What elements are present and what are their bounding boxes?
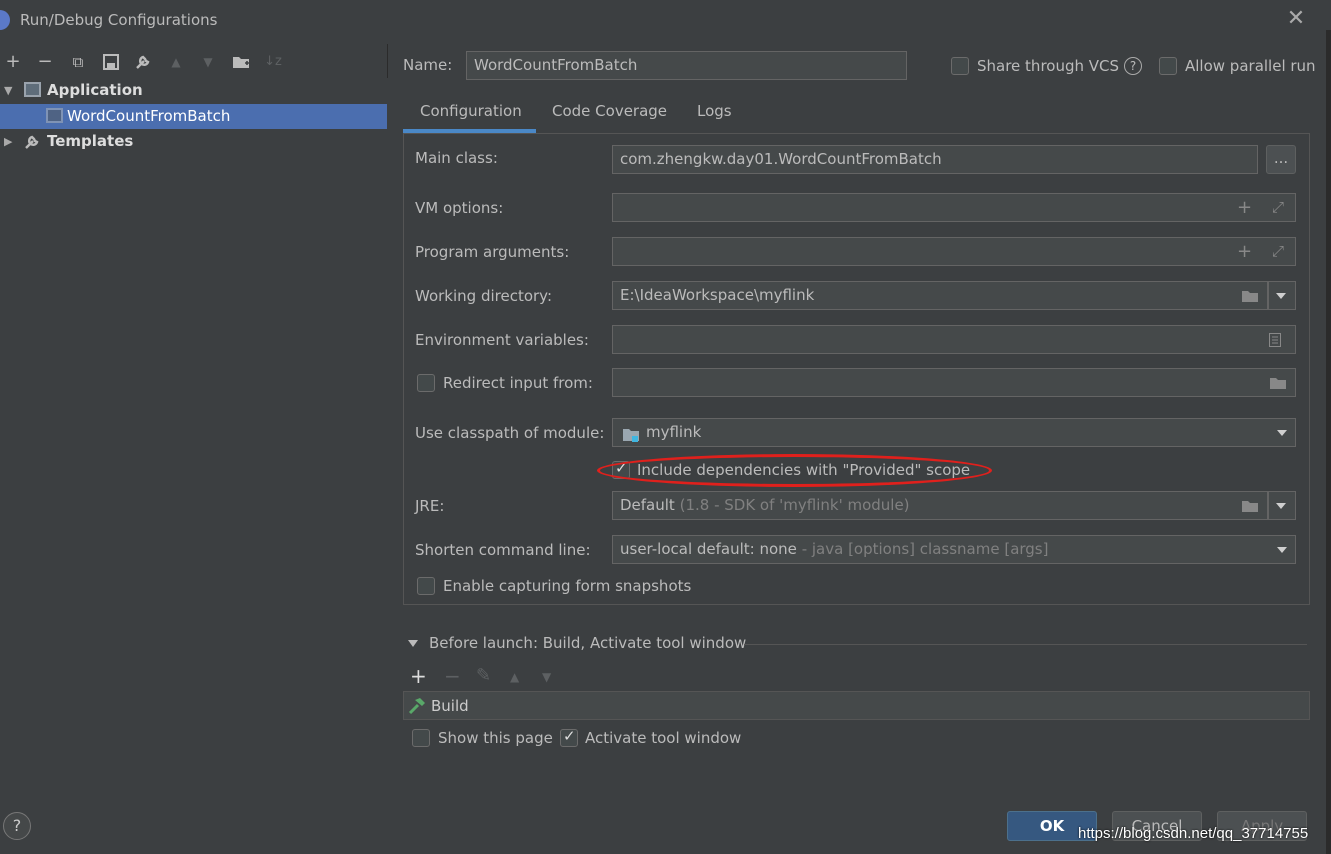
expand-icon[interactable]: ⤢: [1272, 194, 1284, 221]
folder-icon[interactable]: [1269, 369, 1287, 396]
tree-node-templates[interactable]: ▶ Templates: [0, 129, 387, 154]
add-icon[interactable]: +: [1237, 238, 1252, 265]
tree-item-wordcountfrombatch[interactable]: WordCountFromBatch: [0, 104, 387, 129]
name-label: Name:: [403, 56, 453, 74]
redirect-input-checkbox[interactable]: [417, 374, 435, 392]
expand-arrow-icon[interactable]: ▶: [4, 129, 12, 154]
working-dir-dropdown[interactable]: [1268, 281, 1296, 310]
tab-configuration[interactable]: Configuration: [420, 102, 522, 120]
expand-icon[interactable]: ⤢: [1272, 238, 1284, 265]
tree-label-application: Application: [47, 81, 143, 99]
jre-dropdown[interactable]: [1268, 491, 1296, 520]
tree-toolbar: + − ⧉ ▲ ▼ ↓z: [0, 48, 388, 76]
window-title: Run/Debug Configurations: [20, 11, 218, 29]
share-vcs-label: Share through VCS: [977, 57, 1120, 75]
watermark-text: https://blog.csdn.net/qq_37714755: [1078, 825, 1309, 842]
list-icon[interactable]: [1269, 326, 1281, 353]
activate-tool-label: Activate tool window: [585, 729, 742, 747]
redirect-input-field[interactable]: [612, 368, 1296, 397]
working-dir-value: E:\IdeaWorkspace\myflink: [620, 286, 815, 304]
working-dir-field[interactable]: E:\IdeaWorkspace\myflink: [612, 281, 1268, 310]
close-icon[interactable]: ✕: [1285, 8, 1307, 30]
program-args-field[interactable]: + ⤢: [612, 237, 1296, 266]
chevron-down-icon: [1276, 293, 1286, 299]
share-vcs-checkbox[interactable]: [951, 57, 969, 75]
edit-task-icon[interactable]: ✎: [476, 665, 496, 686]
add-task-icon[interactable]: +: [410, 664, 430, 688]
sort-icon[interactable]: ↓z: [261, 48, 285, 76]
before-launch-task-build[interactable]: Build: [403, 691, 1310, 720]
chevron-down-icon: [1277, 547, 1287, 553]
module-folder-icon: [622, 425, 640, 446]
folder-icon[interactable]: [1241, 282, 1259, 309]
highlight-ellipse-annotation: [597, 454, 992, 487]
help-icon[interactable]: ?: [1124, 57, 1142, 75]
build-task-label: Build: [431, 697, 469, 715]
name-field[interactable]: WordCountFromBatch: [466, 51, 907, 80]
activate-tool-checkbox[interactable]: [560, 727, 578, 747]
collapse-arrow-icon[interactable]: [408, 640, 418, 647]
working-dir-label: Working directory:: [415, 287, 553, 305]
vm-options-label: VM options:: [415, 199, 504, 217]
jre-value: Default: [620, 496, 675, 514]
collapse-arrow-icon[interactable]: ▼: [4, 78, 12, 103]
shorten-cmd-label: Shorten command line:: [415, 541, 591, 559]
wrench-icon: [24, 133, 40, 158]
move-up-icon[interactable]: ▲: [510, 670, 530, 684]
program-args-label: Program arguments:: [415, 243, 570, 261]
classpath-module-value: myflink: [646, 423, 702, 441]
move-down-icon[interactable]: ▼: [196, 48, 220, 76]
folder-icon[interactable]: [1241, 492, 1259, 519]
jre-label: JRE:: [415, 497, 445, 515]
window-edge: [1326, 30, 1331, 854]
env-vars-field[interactable]: [612, 325, 1296, 354]
config-tree: ▼ Application WordCountFromBatch ▶ Templ…: [0, 78, 388, 796]
tree-label-templates: Templates: [47, 132, 134, 150]
main-class-label: Main class:: [415, 149, 498, 167]
application-config-icon: [46, 108, 63, 123]
move-down-icon[interactable]: ▼: [542, 670, 562, 684]
remove-task-icon[interactable]: −: [444, 664, 464, 688]
classpath-module-label: Use classpath of module:: [415, 424, 605, 442]
tree-node-application[interactable]: ▼ Application: [0, 78, 387, 103]
before-launch-header[interactable]: Before launch: Build, Activate tool wind…: [429, 634, 746, 652]
main-class-field[interactable]: com.zhengkw.day01.WordCountFromBatch: [612, 145, 1258, 174]
show-page-checkbox[interactable]: [412, 729, 430, 747]
divider: [744, 644, 1307, 645]
browse-main-class-button[interactable]: ...: [1266, 145, 1296, 174]
capture-snapshots-checkbox[interactable]: [417, 577, 435, 595]
remove-icon[interactable]: −: [33, 48, 57, 76]
shorten-cmd-value: user-local default: none: [620, 540, 797, 558]
application-icon: [24, 82, 41, 97]
tree-label-config: WordCountFromBatch: [67, 107, 231, 125]
move-up-icon[interactable]: ▲: [164, 48, 188, 76]
copy-icon[interactable]: ⧉: [66, 48, 90, 76]
chevron-down-icon: [1276, 503, 1286, 509]
save-icon[interactable]: [99, 48, 123, 76]
shorten-cmd-hint: - java [options] classname [args]: [801, 540, 1049, 558]
chevron-down-icon: [1277, 430, 1287, 436]
wrench-icon[interactable]: [131, 48, 155, 76]
jre-hint: (1.8 - SDK of 'myflink' module): [679, 496, 910, 514]
show-page-label: Show this page: [438, 729, 553, 747]
tab-logs[interactable]: Logs: [697, 102, 732, 120]
tab-code-coverage[interactable]: Code Coverage: [552, 102, 667, 120]
allow-parallel-checkbox[interactable]: [1159, 57, 1177, 75]
shorten-cmd-select[interactable]: user-local default: none - java [options…: [612, 535, 1296, 564]
allow-parallel-label: Allow parallel run: [1185, 57, 1316, 75]
help-button[interactable]: ?: [3, 812, 31, 840]
jre-field[interactable]: Default (1.8 - SDK of 'myflink' module): [612, 491, 1268, 520]
classpath-module-select[interactable]: myflink: [612, 418, 1296, 447]
add-icon[interactable]: +: [1, 48, 25, 76]
add-icon[interactable]: +: [1237, 194, 1252, 221]
vm-options-field[interactable]: + ⤢: [612, 193, 1296, 222]
env-vars-label: Environment variables:: [415, 331, 589, 349]
capture-snapshots-label: Enable capturing form snapshots: [443, 577, 692, 595]
redirect-input-label: Redirect input from:: [443, 374, 593, 392]
hammer-icon: [407, 697, 427, 719]
new-folder-icon[interactable]: [229, 48, 253, 76]
